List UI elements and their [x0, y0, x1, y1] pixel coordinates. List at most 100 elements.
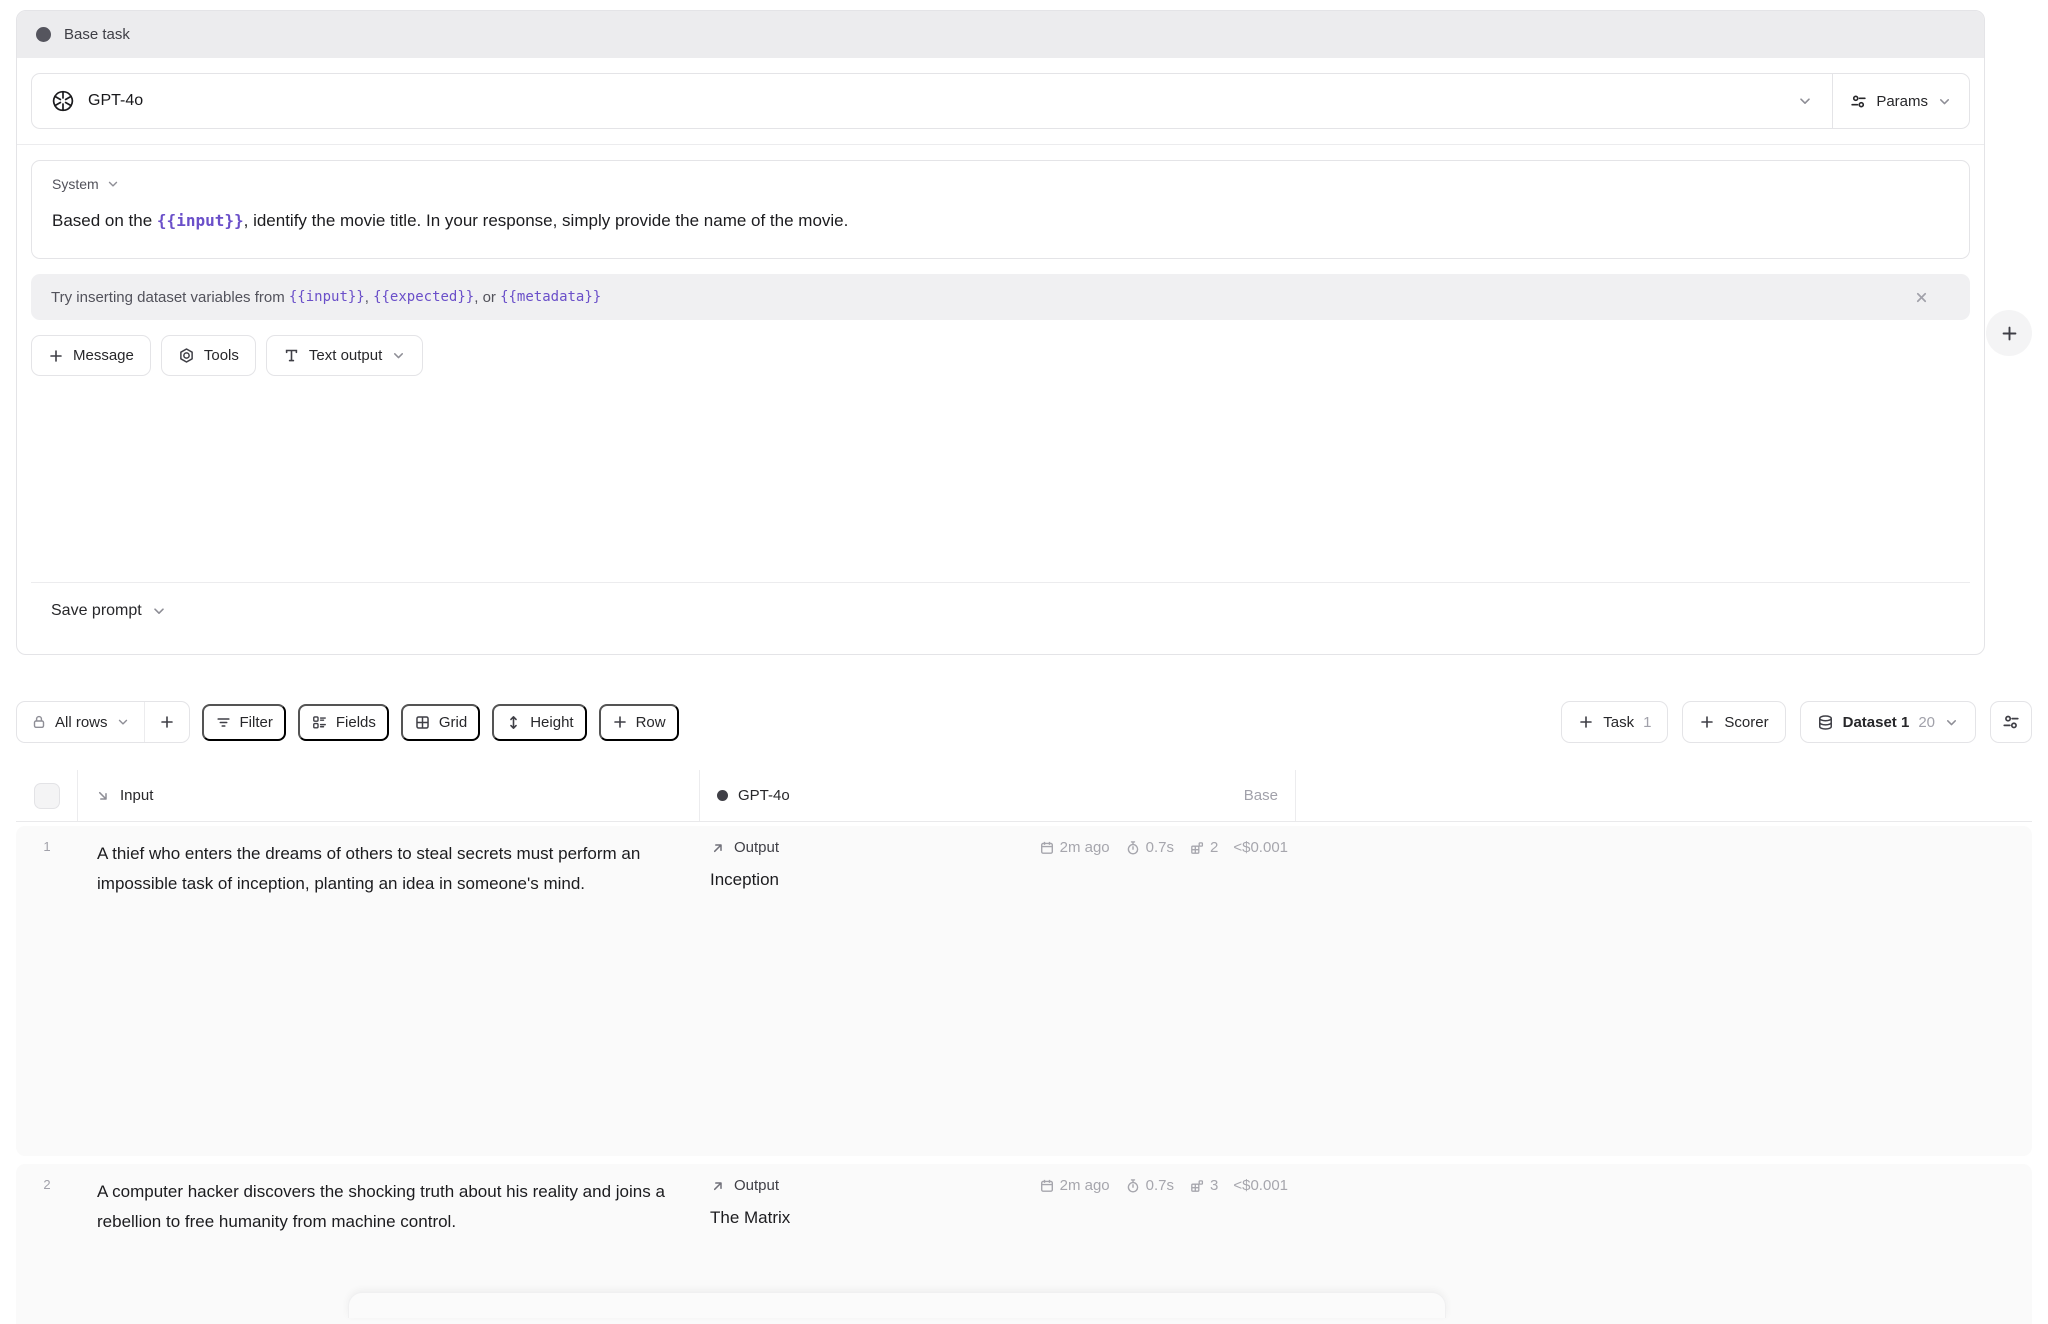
add-view-button[interactable] [144, 702, 189, 742]
dataset-label: Dataset 1 [1843, 714, 1910, 731]
model-column-label: GPT-4o [738, 787, 790, 804]
table-header: Input GPT-4o Base [16, 770, 2032, 822]
save-prompt-button[interactable]: Save prompt [51, 602, 167, 620]
model-column-dot [717, 790, 728, 801]
sliders-icon [2002, 713, 2020, 731]
hint-variable-input[interactable]: {{input}} [289, 289, 365, 305]
plus-icon [2000, 324, 2019, 343]
hint-text: Try inserting dataset variables from [51, 289, 289, 306]
input-cell[interactable]: A computer hacker discovers the shocking… [97, 1177, 695, 1236]
run-stats: 2m ago 0.7s 3 <$0.001 [1039, 1177, 1288, 1194]
arrow-down-right-icon [95, 788, 111, 804]
fields-button[interactable]: Fields [298, 704, 389, 741]
add-task-column-button[interactable] [1986, 310, 2032, 356]
prompt-editor-card: Base task GPT-4o Params System Based on … [16, 10, 1985, 655]
timestamp-stat: 2m ago [1039, 839, 1110, 856]
timestamp-value: 2m ago [1060, 839, 1110, 856]
bottom-sheet-peek[interactable] [348, 1292, 1446, 1318]
output-value: Inception [710, 866, 1288, 894]
prompt-variable: {{input}} [157, 211, 244, 230]
chevron-down-icon [151, 603, 167, 619]
system-message-block[interactable]: System Based on the {{input}}, identify … [31, 160, 1970, 259]
params-label: Params [1876, 93, 1928, 110]
add-task-button[interactable]: Task 1 [1561, 701, 1668, 743]
add-scorer-button[interactable]: Scorer [1682, 701, 1785, 743]
tools-button[interactable]: Tools [161, 335, 256, 376]
add-row-label: Row [636, 714, 666, 731]
filter-label: Filter [240, 714, 273, 731]
dataset-dropdown[interactable]: Dataset 1 20 [1800, 701, 1976, 743]
plus-icon [612, 714, 628, 730]
model-select: GPT-4o Params [31, 73, 1970, 129]
fields-label: Fields [336, 714, 376, 731]
stopwatch-icon [1125, 1178, 1141, 1194]
database-icon [1817, 714, 1834, 731]
grid-icon [414, 714, 431, 731]
tokens-stat: 2 [1189, 839, 1218, 856]
add-row-button[interactable]: Row [599, 704, 679, 741]
chevron-down-icon [106, 177, 120, 191]
height-label: Height [530, 714, 573, 731]
latency-stat: 0.7s [1125, 1177, 1174, 1194]
prompt-text-segment: , identify the movie title. In your resp… [244, 211, 849, 230]
tokens-value: 2 [1210, 839, 1218, 856]
output-type-button[interactable]: Text output [266, 335, 423, 376]
hint-variable-expected[interactable]: {{expected}} [373, 289, 474, 305]
input-column-label: Input [120, 787, 153, 804]
tools-icon [178, 347, 195, 364]
chevron-down-icon [391, 348, 406, 363]
chevron-down-icon [1937, 94, 1952, 109]
system-prompt-text[interactable]: Based on the {{input}}, identify the mov… [52, 208, 1949, 234]
model-dropdown[interactable]: GPT-4o [32, 74, 1832, 128]
output-cell[interactable]: Output 2m ago 0.7s 3 <$0.001 [710, 1177, 1288, 1232]
arrow-up-right-icon [710, 840, 726, 856]
hint-text: , [365, 289, 373, 306]
height-button[interactable]: Height [492, 704, 586, 741]
arrow-up-right-icon [710, 1178, 726, 1194]
timestamp-value: 2m ago [1060, 1177, 1110, 1194]
toolbar-right-group: Task 1 Scorer Dataset 1 20 [1561, 701, 2032, 743]
filter-button[interactable]: Filter [202, 704, 286, 741]
empty-column-header [1296, 770, 2032, 821]
save-prompt-label: Save prompt [51, 602, 142, 620]
hint-variable-metadata[interactable]: {{metadata}} [500, 289, 601, 305]
latency-value: 0.7s [1146, 839, 1174, 856]
chevron-down-icon [116, 715, 130, 729]
role-label: System [52, 176, 99, 192]
output-cell[interactable]: Output 2m ago 0.7s 2 <$0.001 [710, 839, 1288, 894]
composer-buttons: Message Tools Text output [31, 335, 1970, 376]
add-message-label: Message [73, 347, 134, 364]
tokens-icon [1189, 840, 1205, 856]
hint-text: , or [474, 289, 500, 306]
timestamp-stat: 2m ago [1039, 1177, 1110, 1194]
params-button[interactable]: Params [1832, 74, 1969, 128]
plus-icon [1699, 714, 1715, 730]
tokens-value: 3 [1210, 1177, 1218, 1194]
fields-icon [311, 714, 328, 731]
close-hint-button[interactable] [1909, 251, 1950, 344]
table-settings-button[interactable] [1990, 701, 2032, 743]
table-row[interactable]: 1 A thief who enters the dreams of other… [16, 826, 2032, 1156]
model-column-header[interactable]: GPT-4o Base [700, 770, 1296, 821]
select-all-cell [16, 770, 78, 821]
task-count-badge: 1 [1643, 714, 1651, 731]
output-label-group: Output [710, 839, 779, 856]
input-cell[interactable]: A thief who enters the dreams of others … [97, 839, 695, 898]
run-stats: 2m ago 0.7s 2 <$0.001 [1039, 839, 1288, 856]
grid-button[interactable]: Grid [401, 704, 480, 741]
input-column-header[interactable]: Input [78, 770, 700, 821]
tools-label: Tools [204, 347, 239, 364]
toolbar-left-group: All rows Filter Fields Grid Height Row [16, 701, 679, 743]
output-type-label: Text output [309, 347, 382, 364]
select-all-checkbox[interactable] [34, 783, 60, 809]
tokens-stat: 3 [1189, 1177, 1218, 1194]
plus-icon [1578, 714, 1594, 730]
row-number: 1 [16, 839, 78, 854]
role-selector[interactable]: System [52, 176, 120, 192]
task-title: Base task [64, 26, 130, 43]
add-message-button[interactable]: Message [31, 335, 151, 376]
all-rows-dropdown[interactable]: All rows [17, 702, 144, 742]
plus-icon [159, 714, 175, 730]
cost-value: <$0.001 [1233, 1177, 1288, 1194]
calendar-icon [1039, 1178, 1055, 1194]
